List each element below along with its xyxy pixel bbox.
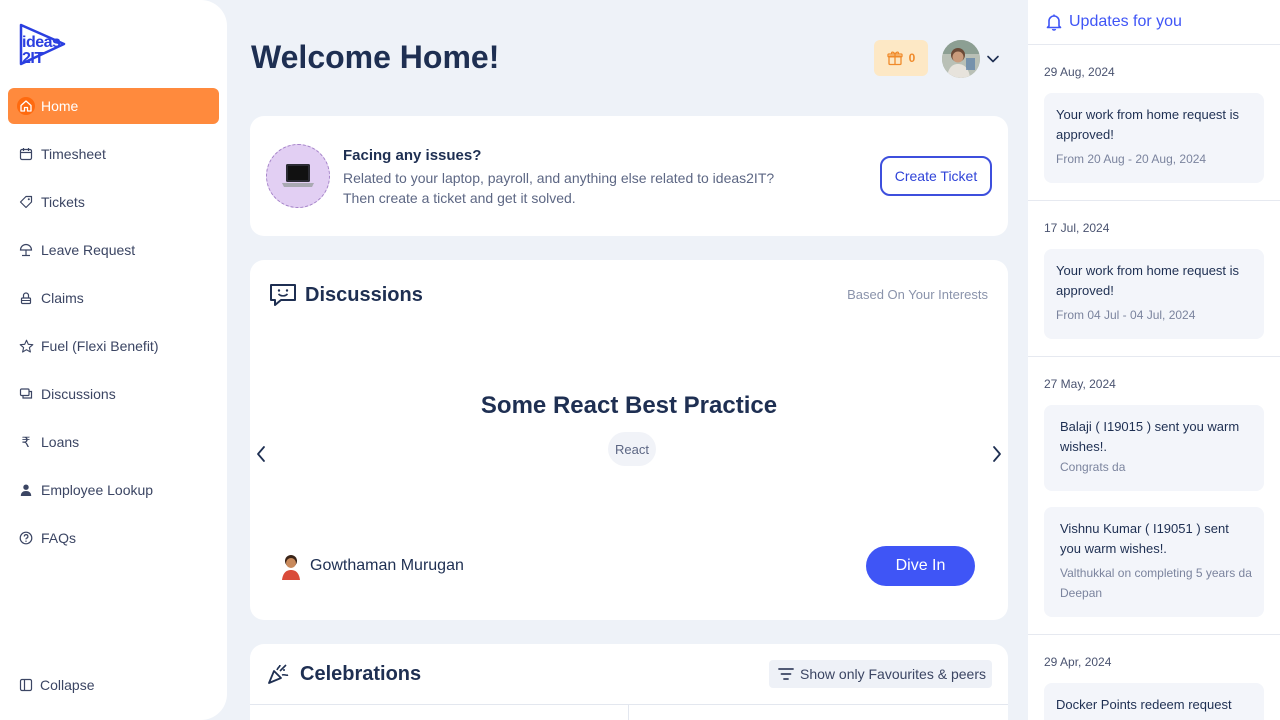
dive-in-button[interactable]: Dive In <box>866 546 975 586</box>
discussion-tag[interactable]: React <box>608 432 656 466</box>
sidebar-item-label: Fuel (Flexi Benefit) <box>41 338 159 354</box>
update-subtext: From 20 Aug - 20 Aug, 2024 <box>1056 152 1207 166</box>
update-subtext: Valthukkal on completing 5 years da Deep… <box>1060 566 1252 600</box>
sidebar-item-timesheet[interactable]: Timesheet <box>8 136 219 172</box>
update-date: 27 May, 2024 <box>1044 377 1116 391</box>
update-item[interactable]: Vishnu Kumar ( I19051 ) sent you warm wi… <box>1044 507 1264 617</box>
sidebar-item-label: FAQs <box>41 530 77 546</box>
sidebar-item-tickets[interactable]: Tickets <box>8 184 219 220</box>
gift-icon <box>887 51 903 66</box>
sidebar-item-label: Timesheet <box>41 146 106 162</box>
updates-title: Updates for you <box>1069 13 1182 30</box>
discussions-title: Discussions <box>305 283 423 306</box>
issue-title: Facing any issues? <box>343 147 482 164</box>
chat-smile-icon <box>270 284 296 306</box>
update-text: Your work from home request is approved! <box>1056 107 1240 142</box>
bell-icon <box>1046 14 1062 31</box>
laptop-icon <box>282 164 314 187</box>
discussion-post-title[interactable]: Some React Best Practice <box>250 392 1008 420</box>
sidebar-item-discussions[interactable]: Discussions <box>8 376 219 412</box>
sidebar-item-loans[interactable]: ₹ Loans <box>8 424 219 460</box>
author-name: Gowthaman Murugan <box>310 557 464 574</box>
sidebar-item-claims[interactable]: Claims <box>8 280 219 316</box>
sidebar-item-label: Leave Request <box>41 242 136 258</box>
sidebar-item-label: Discussions <box>41 386 116 402</box>
collapse-label: Collapse <box>40 677 95 693</box>
update-subtext: From 04 Jul - 04 Jul, 2024 <box>1056 308 1196 322</box>
filter-icon <box>778 668 794 680</box>
update-group: 29 Apr, 2024 Docker Points redeem reques… <box>1028 635 1280 720</box>
sidebar-item-home[interactable]: Home <box>8 88 219 124</box>
umbrella-icon <box>17 241 35 259</box>
star-icon <box>17 337 35 355</box>
sidebar-item-employee-lookup[interactable]: Employee Lookup <box>8 472 219 508</box>
celebrations-header: Celebrations <box>266 662 421 686</box>
sidebar-item-faqs[interactable]: FAQs <box>8 520 219 556</box>
sidebar-nav: Home Timesheet Tickets Leave Request Cla… <box>8 88 219 568</box>
update-group: 27 May, 2024 Balaji ( I19015 ) sent you … <box>1028 357 1280 635</box>
issues-card: Facing any issues? Related to your lapto… <box>250 116 1008 236</box>
update-date: 29 Aug, 2024 <box>1044 65 1115 79</box>
update-text: Your work from home request is approved! <box>1056 263 1240 298</box>
ticket-icon <box>17 193 35 211</box>
update-item[interactable]: Balaji ( I19015 ) sent you warm wishes!.… <box>1044 405 1264 491</box>
sidebar-item-label: Claims <box>41 290 84 306</box>
discussions-icon <box>17 385 35 403</box>
update-date: 17 Jul, 2024 <box>1044 221 1110 235</box>
update-text: Docker Points redeem request <box>1056 697 1232 712</box>
discussions-subtitle: Based On Your Interests <box>847 287 988 302</box>
sidebar-item-label: Loans <box>41 434 80 450</box>
issue-description-line-2: Then create a ticket and get it solved. <box>343 190 576 206</box>
create-ticket-button[interactable]: Create Ticket <box>880 156 992 196</box>
collapse-button[interactable]: Collapse <box>17 676 94 694</box>
logo-text: ideas 2IT <box>22 34 61 67</box>
update-group: 17 Jul, 2024 Your work from home request… <box>1028 201 1280 357</box>
calendar-icon <box>17 145 35 163</box>
update-date: 29 Apr, 2024 <box>1044 655 1112 669</box>
user-photo <box>942 40 980 78</box>
sidebar: ideas 2IT Home Timesheet Tickets Leave Re… <box>0 0 227 720</box>
celebrations-divider <box>250 704 1008 705</box>
laptop-illustration <box>266 144 330 208</box>
user-avatar[interactable] <box>942 40 980 78</box>
home-icon <box>17 97 35 115</box>
celebrations-title: Celebrations <box>300 662 422 685</box>
update-item[interactable]: Your work from home request is approved!… <box>1044 93 1264 183</box>
carousel-prev-icon[interactable] <box>255 444 267 464</box>
rewards-button[interactable]: 0 <box>874 40 928 76</box>
chevron-down-icon[interactable] <box>986 52 1000 66</box>
sidebar-item-label: Home <box>41 98 79 114</box>
favourites-filter-label: Show only Favourites & peers <box>800 666 986 682</box>
discussion-author: Gowthaman Murugan <box>280 552 464 580</box>
carousel-next-icon[interactable] <box>991 444 1003 464</box>
update-group: 29 Aug, 2024 Your work from home request… <box>1028 45 1280 201</box>
update-item[interactable]: Your work from home request is approved!… <box>1044 249 1264 339</box>
updates-panel: Updates for you 29 Aug, 2024 Your work f… <box>1028 0 1280 720</box>
issue-description-line-1: Related to your laptop, payroll, and any… <box>343 170 775 186</box>
author-avatar <box>280 552 302 580</box>
party-popper-icon <box>268 664 289 684</box>
updates-header: Updates for you <box>1028 0 1280 45</box>
celebrations-column-divider <box>628 704 629 720</box>
favourites-filter-button[interactable]: Show only Favourites & peers <box>769 660 992 688</box>
page-title: Welcome Home! <box>251 39 500 75</box>
sidebar-item-leave-request[interactable]: Leave Request <box>8 232 219 268</box>
sidebar-toggle-icon <box>17 676 35 694</box>
celebrations-card: Celebrations Show only Favourites & peer… <box>250 644 1008 720</box>
discussions-card: Discussions Based On Your Interests Some… <box>250 260 1008 620</box>
rupee-icon: ₹ <box>21 433 31 450</box>
sidebar-item-label: Employee Lookup <box>41 482 154 498</box>
gift-count: 0 <box>908 51 916 65</box>
update-text: Vishnu Kumar ( I19051 ) sent you warm wi… <box>1060 521 1229 556</box>
sidebar-item-fuel[interactable]: Fuel (Flexi Benefit) <box>8 328 219 364</box>
update-item[interactable]: Docker Points redeem request <box>1044 683 1264 720</box>
person-icon <box>17 481 35 499</box>
claims-icon <box>17 289 35 307</box>
sidebar-item-label: Tickets <box>41 194 85 210</box>
question-icon <box>17 529 35 547</box>
company-logo[interactable]: ideas 2IT <box>18 22 68 68</box>
discussions-header: Discussions <box>269 282 423 308</box>
update-subtext: Congrats da <box>1060 460 1126 474</box>
update-text: Balaji ( I19015 ) sent you warm wishes!. <box>1060 419 1240 454</box>
